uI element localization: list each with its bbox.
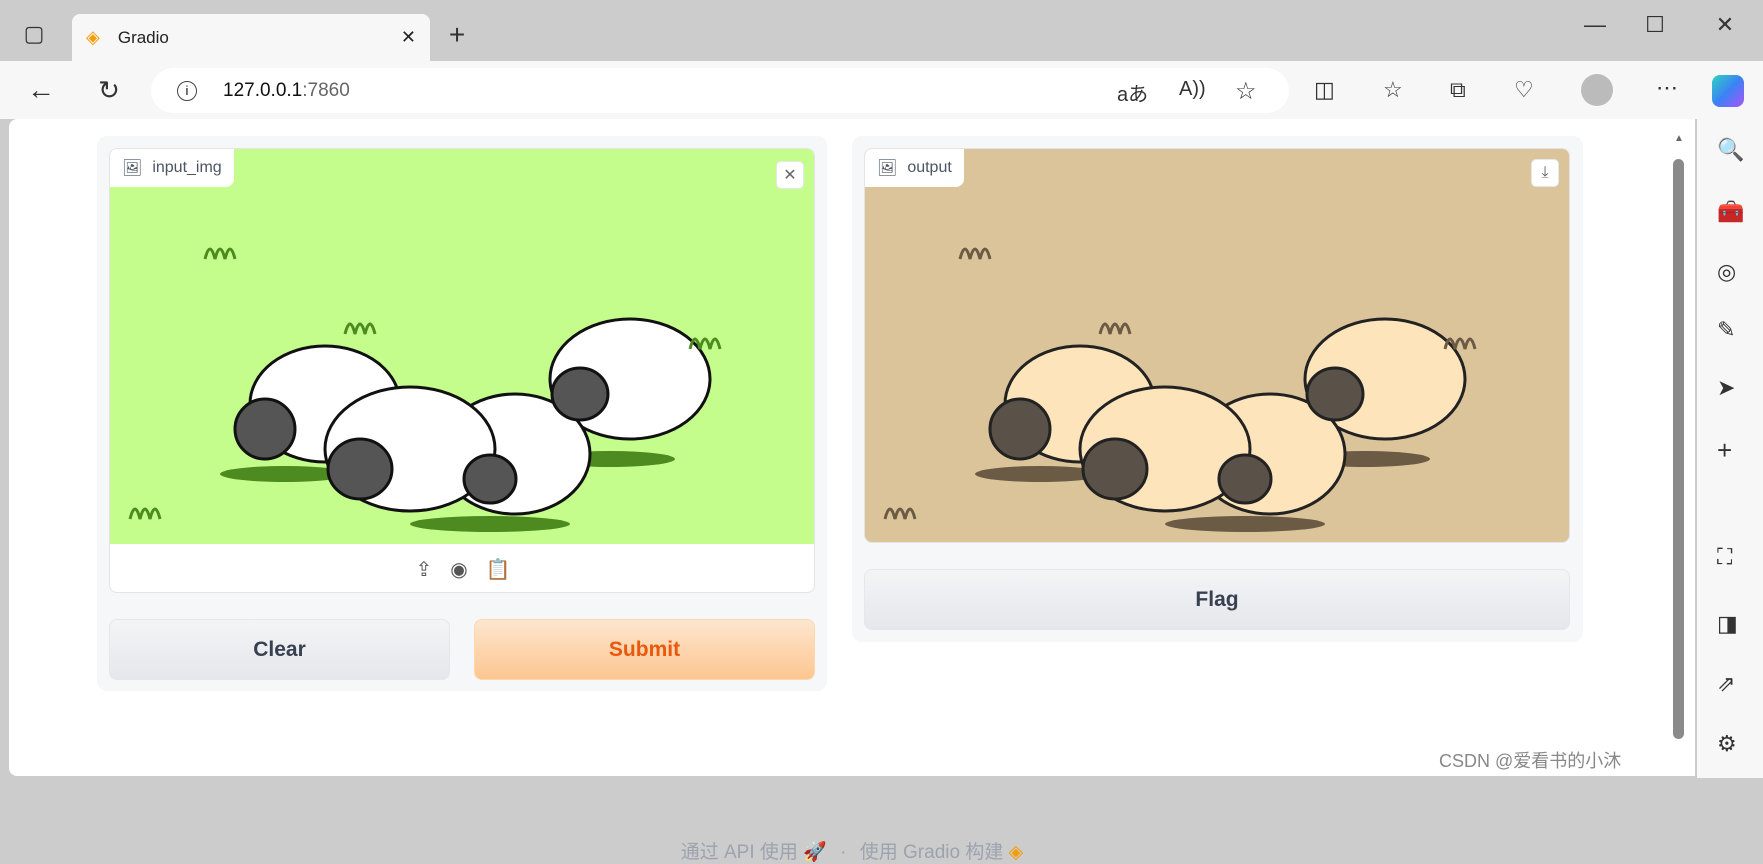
translate-icon[interactable]: aあ [1117, 78, 1148, 107]
output-label-text: output [907, 159, 952, 176]
sidebar-toggle-icon[interactable]: ◨ [1717, 611, 1738, 637]
use-via-api-link[interactable]: 通过 API 使用 [681, 842, 798, 863]
maximize-icon[interactable]: ☐ [1640, 12, 1670, 38]
office-icon[interactable]: ◎ [1717, 259, 1736, 285]
footer-separator: · [840, 842, 847, 863]
input-label: 🖼 input_img [110, 149, 234, 187]
output-label: 🖼 output [865, 149, 964, 187]
profile-avatar[interactable] [1581, 74, 1613, 106]
favorite-star-icon[interactable]: ☆ [1235, 77, 1257, 106]
url-port: :7860 [302, 79, 350, 101]
page: 🖼 input_img ✕ ⇪ ◉ 📋 Clear Submit 🖼 output ⤓ … [9, 119, 1695, 863]
sepia-sheep-illustration [883, 247, 1477, 532]
output-panel: 🖼 output ⤓ Flag [852, 136, 1583, 642]
gradio-logo-icon: ◈ [1008, 842, 1024, 863]
output-image-box: 🖼 output ⤓ [864, 148, 1570, 543]
input-panel: 🖼 input_img ✕ ⇪ ◉ 📋 Clear Submit [97, 136, 827, 691]
tab-title: Gradio [117, 27, 169, 47]
image-icon: 🖼 [877, 160, 898, 177]
send-icon[interactable]: ➤ [1717, 375, 1735, 401]
tab-gradio[interactable]: ◈ Gradio ✕ [72, 14, 430, 61]
screenshot-icon[interactable]: ⛶ [1717, 544, 1732, 570]
download-button[interactable]: ⤓ [1531, 159, 1559, 187]
copilot-icon[interactable] [1712, 75, 1744, 107]
new-tab-icon[interactable]: + [444, 19, 470, 50]
toolbar: ← ↻ i 127.0.0.1:7860 aあ A)) ☆ ◫ ☆ ⧉ ♡ ⋯ [0, 61, 1763, 119]
flag-button[interactable]: Flag [864, 569, 1570, 630]
url-host: 127.0.0.1 [223, 79, 303, 101]
clear-image-button[interactable]: ✕ [776, 161, 804, 189]
back-icon[interactable]: ← [26, 74, 56, 105]
split-screen-icon[interactable]: ◫ [1314, 77, 1335, 103]
watermark: CSDN @爱看书的小沐 [1439, 751, 1622, 771]
scrollbar-thumb[interactable] [1673, 159, 1684, 739]
close-window-icon[interactable]: ✕ [1710, 12, 1740, 38]
more-icon[interactable]: ⋯ [1656, 75, 1678, 101]
tab-bar: ▢ ◈ Gradio ✕ + — ☐ ✕ [0, 0, 1763, 61]
sheep-illustration [128, 247, 722, 532]
tab-actions-icon[interactable]: ▢ [22, 21, 46, 46]
favorites-icon[interactable]: ☆ [1383, 77, 1403, 103]
scroll-up-icon[interactable]: ▲ [1674, 133, 1684, 144]
download-icon: ⤓ [1541, 164, 1549, 181]
input-image-box[interactable]: 🖼 input_img ✕ ⇪ ◉ 📋 [109, 148, 815, 593]
input-label-text: input_img [152, 159, 222, 176]
source-selector: ⇪ ◉ 📋 [110, 544, 814, 592]
settings-icon[interactable]: ⚙ [1717, 731, 1737, 757]
upload-icon[interactable]: ⇪ [415, 557, 432, 582]
search-icon[interactable]: 🔍 [1717, 137, 1744, 163]
clear-button[interactable]: Clear [109, 619, 450, 680]
input-image [110, 149, 814, 544]
built-with-gradio-link[interactable]: 使用 Gradio 构建 [860, 842, 1004, 863]
tools-icon[interactable]: 🧰 [1717, 199, 1744, 225]
info-icon: i [177, 80, 197, 101]
edge-sidebar: 🔍 🧰 ◎ ✎ ➤ + ⛶ ◨ ⇗ ⚙ [1697, 119, 1763, 778]
clipboard-icon[interactable]: 📋 [486, 557, 511, 582]
webcam-icon[interactable]: ◉ [450, 557, 467, 582]
submit-button[interactable]: Submit [474, 619, 815, 680]
minimize-icon[interactable]: — [1580, 12, 1610, 38]
read-aloud-icon[interactable]: A)) [1179, 78, 1206, 101]
image-icon: 🖼 [122, 160, 143, 177]
address-bar[interactable]: i 127.0.0.1:7860 aあ A)) ☆ [151, 68, 1289, 113]
refresh-icon[interactable]: ↻ [94, 75, 124, 105]
designer-icon[interactable]: ✎ [1717, 317, 1735, 343]
footer: 通过 API 使用 🚀 · 使用 Gradio 构建 ◈ [9, 837, 1695, 864]
scrollbar[interactable]: ▲ [1672, 133, 1684, 745]
rocket-icon: 🚀 [803, 842, 833, 863]
close-icon: ✕ [783, 167, 797, 184]
collections-icon[interactable]: ⧉ [1450, 77, 1466, 103]
close-tab-icon[interactable]: ✕ [401, 27, 416, 48]
open-external-icon[interactable]: ⇗ [1717, 671, 1735, 697]
browser-essentials-icon[interactable]: ♡ [1514, 77, 1534, 103]
gradio-logo-icon: ◈ [86, 27, 100, 47]
add-icon[interactable]: + [1717, 435, 1732, 466]
